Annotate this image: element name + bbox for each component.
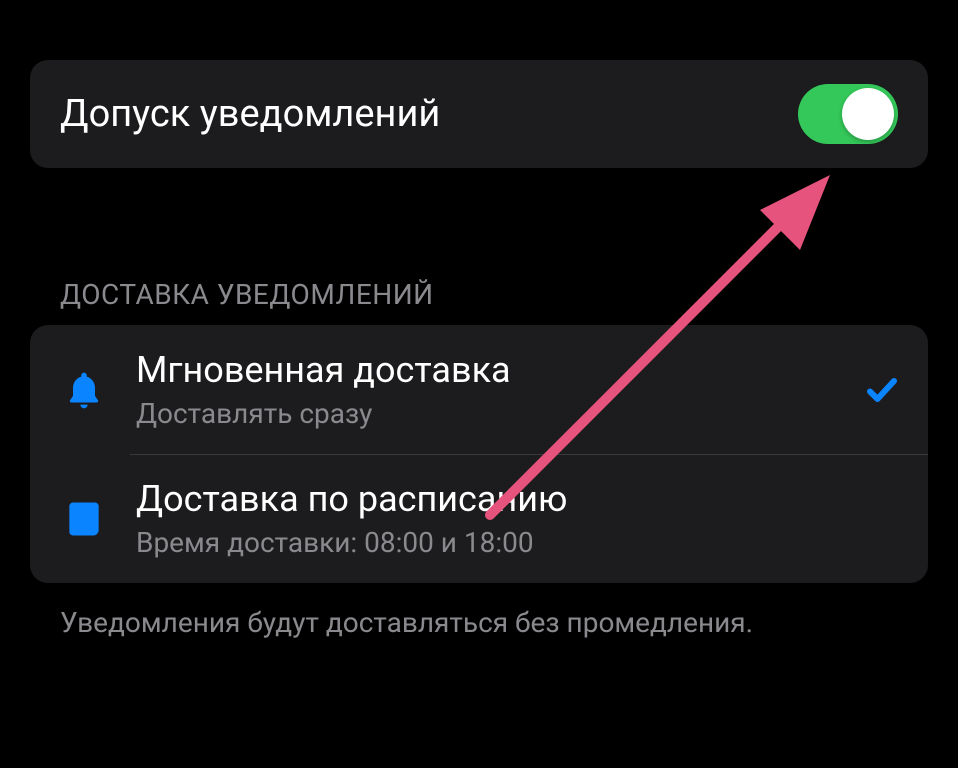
- toggle-knob: [842, 88, 894, 140]
- delivery-options-list: Мгновенная доставка Доставлять сразу Дос…: [30, 325, 928, 583]
- delivery-option-immediate[interactable]: Мгновенная доставка Доставлять сразу: [30, 325, 928, 454]
- delivery-option-scheduled[interactable]: Доставка по расписанию Время доставки: 0…: [30, 454, 928, 583]
- delivery-option-text: Мгновенная доставка Доставлять сразу: [136, 349, 862, 430]
- delivery-section-header: ДОСТАВКА УВЕДОМЛЕНИЙ: [60, 278, 928, 311]
- delivery-footer-note: Уведомления будут доставляться без проме…: [60, 603, 760, 642]
- delivery-option-text: Доставка по расписанию Время доставки: 0…: [136, 478, 902, 559]
- bell-icon: [54, 368, 114, 412]
- option-title: Доставка по расписанию: [136, 478, 902, 520]
- option-title: Мгновенная доставка: [136, 349, 862, 391]
- newspaper-icon: [54, 497, 114, 541]
- allow-notifications-toggle[interactable]: [798, 84, 898, 144]
- allow-notifications-row[interactable]: Допуск уведомлений: [30, 60, 928, 168]
- option-subtitle: Доставлять сразу: [136, 397, 862, 430]
- option-subtitle: Время доставки: 08:00 и 18:00: [136, 526, 902, 559]
- settings-screen: Допуск уведомлений ДОСТАВКА УВЕДОМЛЕНИЙ …: [0, 0, 958, 768]
- allow-notifications-label: Допуск уведомлений: [60, 92, 440, 136]
- checkmark-icon: [862, 372, 902, 408]
